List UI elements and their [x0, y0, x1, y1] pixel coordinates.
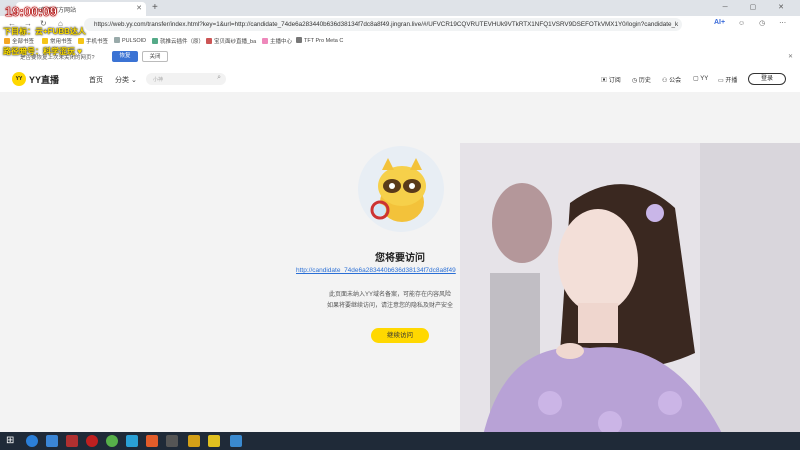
tab-close-icon[interactable]: ✕ — [136, 4, 142, 12]
header-yy[interactable]: ▢ YY — [693, 75, 708, 82]
stream-overlay-line1: 下目标：云+FUBB达人 — [3, 27, 86, 36]
yy-logo-badge[interactable]: YY — [12, 72, 26, 86]
search-input[interactable]: 小神 ⌕ — [146, 73, 226, 85]
url-field[interactable]: https://web.yy.com/transfer/index.html?k… — [84, 18, 682, 31]
ai-button[interactable]: AI+ — [714, 19, 725, 26]
bookmark-item[interactable]: 手机书签 — [78, 37, 108, 45]
url-text: https://web.yy.com/transfer/index.html?k… — [94, 21, 679, 28]
browser-menu-icons[interactable]: ☺ ◷ ⋯ — [738, 19, 792, 27]
raccoon-mascot-illustration — [358, 146, 444, 232]
stream-overlay-line2: 路径暗号：科学涩玩 ♥ — [3, 47, 82, 56]
chevron-down-icon: ⌄ — [130, 77, 137, 84]
windows-start-icon[interactable]: ⊞ — [6, 435, 18, 447]
app-icon[interactable] — [230, 435, 242, 447]
bookmark-item[interactable]: PULSOID — [114, 37, 146, 44]
yy-app-icon[interactable] — [208, 435, 220, 447]
app-icon[interactable] — [188, 435, 200, 447]
site-logo-text[interactable]: YY直播 — [29, 73, 59, 86]
search-placeholder: 小神 — [153, 77, 164, 83]
warning-text-line2: 如果将要继续访问，请注意您的隐私及财产安全 — [327, 303, 454, 309]
edge-browser-icon[interactable] — [26, 435, 38, 447]
bookmark-item[interactable]: 常用书签 — [42, 37, 72, 45]
nav-category-label: 分类 — [115, 77, 129, 84]
app-icon[interactable] — [46, 435, 58, 447]
close-notice-button[interactable]: 关闭 — [142, 51, 168, 62]
header-subscribe[interactable]: ▣ 订阅 — [601, 75, 621, 84]
bookmark-item[interactable]: 就推云插件（原） — [152, 37, 204, 45]
search-icon[interactable]: ⌕ — [217, 74, 221, 82]
address-bar: ← → ↻ ⌂ https://web.yy.com/transfer/inde… — [0, 16, 800, 35]
page-title: 您将要访问 — [375, 253, 425, 264]
app-icon[interactable] — [146, 435, 158, 447]
yy-icon: ▢ — [693, 76, 699, 82]
app-icon[interactable] — [106, 435, 118, 447]
continue-button[interactable]: 继续访问 — [371, 328, 429, 343]
bookmark-item[interactable]: 主播中心 — [262, 37, 292, 45]
stream-clock: 19:00:09 — [5, 4, 58, 20]
close-icon[interactable]: ✕ — [788, 53, 793, 60]
restore-button[interactable]: 恢复 — [112, 51, 138, 62]
windows-taskbar — [0, 432, 800, 450]
target-link[interactable]: http://candidate_74de6a283440b636d38134f… — [296, 267, 461, 274]
header-go-live[interactable]: ▭ 开播 — [718, 75, 737, 84]
warning-text-line1: 此页面未纳入YY域名备案，可能存在内容风险 — [329, 292, 452, 298]
bookmark-item[interactable]: 宝贝面纱直播_ba — [206, 37, 256, 45]
bookmark-item[interactable]: TFT Pro Meta C — [296, 37, 343, 44]
header-guild[interactable]: ⚇ 公会 — [662, 75, 681, 84]
bookmarks-bar: 全部书签 常用书签 手机书签 PULSOID 就推云插件（原） 宝贝面纱直播_b… — [0, 34, 800, 49]
go-live-icon: ▭ — [718, 78, 724, 84]
login-button[interactable]: 登录 — [748, 73, 786, 85]
header-history[interactable]: ◷ 历史 — [632, 75, 651, 84]
subscribe-icon: ▣ — [601, 78, 608, 84]
app-icon[interactable] — [126, 435, 138, 447]
guild-icon: ⚇ — [662, 78, 668, 84]
app-icon[interactable] — [86, 435, 98, 447]
history-icon: ◷ — [632, 78, 638, 84]
window-controls[interactable]: ─ ▢ ✕ — [723, 3, 794, 11]
app-icon[interactable] — [166, 435, 178, 447]
webcam-overlay — [460, 143, 800, 450]
nav-category[interactable]: 分类 ⌄ — [115, 75, 137, 85]
new-tab-button[interactable]: + — [152, 2, 158, 13]
bookmark-item[interactable]: 全部书签 — [4, 37, 34, 45]
nav-home[interactable]: 首页 — [89, 75, 103, 85]
app-icon[interactable] — [66, 435, 78, 447]
